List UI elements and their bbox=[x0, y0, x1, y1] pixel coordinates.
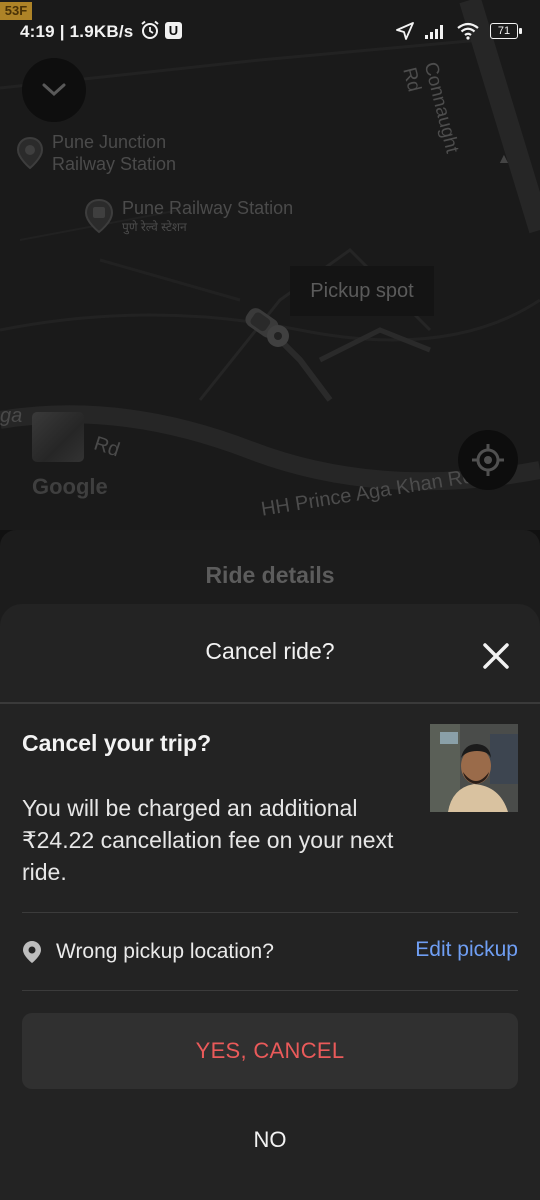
alarm-icon bbox=[141, 20, 159, 39]
app-notification-badge: U bbox=[165, 22, 182, 39]
map-direction-arrow: ▲ bbox=[497, 150, 511, 166]
divider bbox=[22, 912, 518, 913]
divider bbox=[22, 990, 518, 991]
ride-details-title: Ride details bbox=[205, 562, 335, 588]
map-label-junction-1: Pune Junction bbox=[52, 132, 167, 152]
map-label-pune-station: Pune Railway Station bbox=[122, 198, 294, 218]
map-view[interactable]: 53F Connaught Rd ▲ Pune Junction Railway… bbox=[0, 0, 540, 530]
cancel-ride-sheet: Cancel ride? Cancel your trip? You will … bbox=[0, 604, 540, 1200]
signal-icon bbox=[425, 25, 443, 39]
chevron-down-icon bbox=[42, 83, 66, 97]
wifi-icon bbox=[457, 22, 479, 40]
car-pickup-marker-icon bbox=[245, 308, 289, 347]
crosshair-icon bbox=[472, 444, 504, 476]
close-icon[interactable] bbox=[480, 640, 512, 672]
driver-avatar-image bbox=[430, 724, 518, 812]
location-pin-icon bbox=[23, 941, 41, 963]
collapse-map-button[interactable] bbox=[22, 58, 86, 122]
map-label-junction-2: Railway Station bbox=[52, 154, 177, 174]
map-label-pune-station-hindi: पुणे रेल्वे स्टेशन bbox=[122, 220, 187, 234]
map-label-road-ga: ga bbox=[0, 405, 23, 427]
train-station-icon bbox=[84, 198, 114, 234]
pickup-spot-label: Pickup spot bbox=[290, 266, 434, 316]
cancellation-fee-message: You will be charged an additional ₹24.22… bbox=[22, 795, 394, 885]
street-view-thumbnail[interactable] bbox=[32, 412, 84, 462]
status-icons: 71 bbox=[396, 22, 522, 40]
status-time-speed: 4:19 | 1.9KB/s bbox=[20, 22, 134, 41]
recenter-location-button[interactable] bbox=[458, 430, 518, 490]
navigation-arrow-icon bbox=[396, 22, 414, 40]
cancel-trip-heading: Cancel your trip? bbox=[22, 730, 212, 756]
wrong-pickup-label: Wrong pickup location? bbox=[56, 940, 274, 963]
driver-photo bbox=[430, 724, 518, 812]
cancel-sheet-header: Cancel ride? bbox=[0, 604, 540, 704]
wrong-pickup-row: Wrong pickup location? Edit pickup bbox=[22, 916, 518, 988]
no-button[interactable]: NO bbox=[22, 1110, 518, 1170]
yes-cancel-button[interactable]: YES, CANCEL bbox=[22, 1013, 518, 1089]
status-bar: 4:19 | 1.9KB/s U 71 bbox=[0, 0, 540, 64]
edit-pickup-link[interactable]: Edit pickup bbox=[415, 938, 518, 962]
google-logo: Google bbox=[32, 474, 108, 499]
location-pin-icon bbox=[16, 136, 44, 170]
battery-icon: 71 bbox=[490, 23, 522, 39]
cancel-sheet-title: Cancel ride? bbox=[205, 638, 335, 664]
